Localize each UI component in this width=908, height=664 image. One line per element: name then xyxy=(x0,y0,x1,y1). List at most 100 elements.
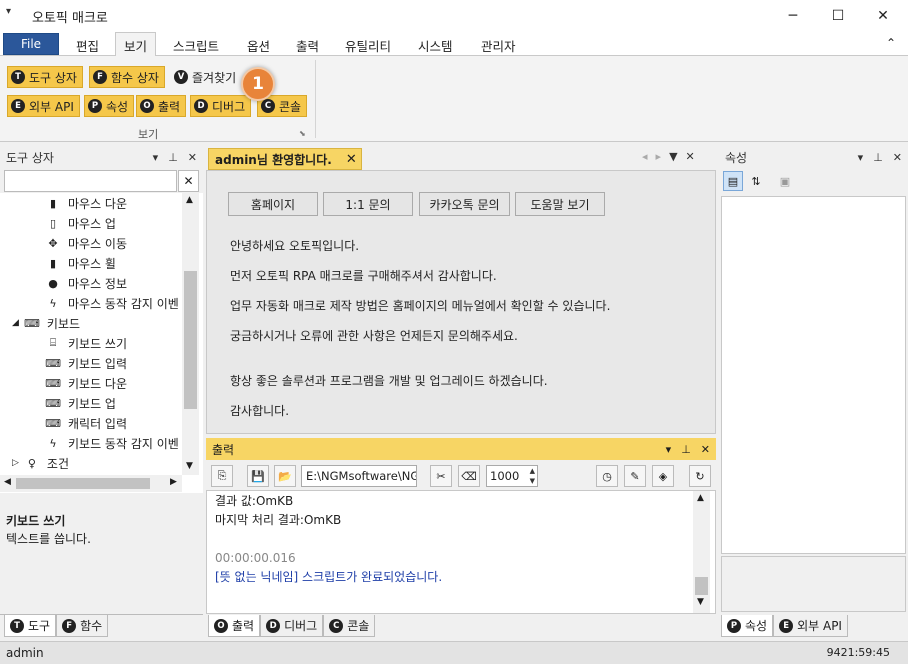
tab-admin[interactable]: 관리자 xyxy=(473,35,524,55)
scroll-down-icon[interactable]: ▼ xyxy=(697,597,704,607)
collapse-icon[interactable]: ▷ xyxy=(12,458,19,468)
search-clear-button[interactable]: ✕ xyxy=(178,170,199,192)
tab-properties[interactable]: P 속성 xyxy=(721,615,774,637)
save-icon[interactable]: 💾 xyxy=(247,465,269,487)
debug-toggle-button[interactable]: D 디버그 xyxy=(190,95,252,117)
scroll-left-icon[interactable]: ◀ xyxy=(4,477,11,487)
sort-alpha-icon[interactable]: ⇅ xyxy=(746,171,766,191)
tree-item-keyboard-down[interactable]: ⌨ 키보드 다운 xyxy=(0,373,182,393)
tab-options[interactable]: 옵션 xyxy=(239,35,278,55)
tree-item-mouse-move[interactable]: ✥ 마우스 이동 xyxy=(0,233,182,253)
scroll-up-icon[interactable]: ▲ xyxy=(697,493,704,503)
tab-functions[interactable]: F 함수 xyxy=(56,615,109,637)
tree-item-mouse-wheel[interactable]: ▮ 마우스 휠 xyxy=(0,253,182,273)
tree-item-keyboard-event[interactable]: ϟ 키보드 동작 감지 이벤 xyxy=(0,433,182,453)
refresh-icon[interactable]: ↻ xyxy=(689,465,711,487)
folder-icon[interactable]: 📂 xyxy=(274,465,296,487)
collapse-ribbon-icon[interactable]: ⌃ xyxy=(886,36,896,50)
stepper-arrows-icon[interactable]: ▲ ▼ xyxy=(530,466,535,486)
tab-utility[interactable]: 유틸리티 xyxy=(337,35,399,55)
tab-prev-icon[interactable]: ◂ xyxy=(642,150,648,163)
tab-view[interactable]: 보기 xyxy=(115,32,157,57)
scroll-up-icon[interactable]: ▲ xyxy=(186,195,193,205)
property-pages-icon[interactable]: ▣ xyxy=(775,171,795,191)
chevron-down-icon[interactable]: ▾ xyxy=(666,443,672,456)
tree-item-mouse-event[interactable]: ϟ 마우스 동작 감지 이벤 xyxy=(0,293,182,313)
move-icon: ✥ xyxy=(48,236,58,250)
tree-item-character-input[interactable]: ⌨ 캐릭터 입력 xyxy=(0,413,182,433)
close-icon[interactable]: ✕ xyxy=(686,150,695,163)
output-toggle-button[interactable]: O 출력 xyxy=(136,95,187,117)
scrollbar-thumb[interactable] xyxy=(695,577,708,595)
tab-tools[interactable]: T 도구 xyxy=(4,615,57,637)
system-menu-icon[interactable]: ▾ xyxy=(6,6,11,17)
fill-bucket-icon[interactable]: ◈ xyxy=(652,465,674,487)
minimize-button[interactable]: ─ xyxy=(770,0,816,32)
tab-output[interactable]: 출력 xyxy=(288,35,327,55)
close-icon[interactable]: ✕ xyxy=(893,151,902,164)
pin-icon[interactable]: ⊥ xyxy=(168,151,178,164)
eraser-icon[interactable]: ⌫ xyxy=(458,465,480,487)
expand-icon[interactable]: ◢ xyxy=(12,318,19,328)
brush-icon[interactable]: ✎ xyxy=(624,465,646,487)
help-button[interactable]: 도움말 보기 xyxy=(515,192,605,216)
h-scrollbar-thumb[interactable] xyxy=(16,478,150,489)
log-path-input[interactable]: E:\NGMsoftware\NG xyxy=(301,465,417,487)
properties-toggle-button[interactable]: P 속성 xyxy=(84,95,135,117)
tree-vertical-scrollbar[interactable]: ▲ ▼ xyxy=(182,193,199,475)
tab-console-panel[interactable]: C 콘솔 xyxy=(323,615,376,637)
function-box-label: 함수 상자 xyxy=(111,70,159,85)
chevron-down-icon[interactable]: ▾ xyxy=(153,151,159,164)
clear-output-icon[interactable]: ⎘ xyxy=(211,465,233,487)
tab-edit[interactable]: 편집 xyxy=(68,35,107,55)
favorites-toggle-button[interactable]: V 즐겨찾기 xyxy=(170,66,242,88)
inquiry-button[interactable]: 1:1 문의 xyxy=(323,192,413,216)
close-icon[interactable]: ✕ xyxy=(701,443,710,456)
kakaotalk-inquiry-button[interactable]: 카카오톡 문의 xyxy=(419,192,510,216)
maximize-button[interactable]: ☐ xyxy=(815,0,861,32)
tree-item-keyboard-group[interactable]: ◢ ⌨ 키보드 xyxy=(0,313,182,333)
tree-item-keyboard-write[interactable]: ⌸ 키보드 쓰기 xyxy=(0,333,182,353)
lightning-icon: ϟ xyxy=(49,436,57,450)
line-limit-stepper[interactable]: 1000 ▲ ▼ xyxy=(486,465,538,487)
tree-item-keyboard-up[interactable]: ⌨ 키보드 업 xyxy=(0,393,182,413)
close-button[interactable]: ✕ xyxy=(860,0,906,32)
welcome-line: 궁금하시거나 오류에 관한 사항은 언제든지 문의해주세요. xyxy=(230,329,518,343)
close-icon[interactable]: ✕ xyxy=(188,151,197,164)
tab-welcome[interactable]: admin님 환영합니다. ✕ xyxy=(208,148,362,170)
toolbox-search-input[interactable] xyxy=(4,170,177,192)
tree-item-mouse-down[interactable]: ▮ 마우스 다운 xyxy=(0,193,182,213)
welcome-document: 홈페이지 1:1 문의 카카오톡 문의 도움말 보기 안녕하세요 오토픽입니다.… xyxy=(206,170,716,434)
scroll-right-icon[interactable]: ▶ xyxy=(170,477,177,487)
tab-nav: ◂ ▸ ▼ ✕ xyxy=(642,150,695,163)
group-dialog-launcher-icon[interactable]: ⬊ xyxy=(299,129,306,138)
homepage-button[interactable]: 홈페이지 xyxy=(228,192,318,216)
toolbox-toggle-button[interactable]: T 도구 상자 xyxy=(7,66,83,88)
tree-item-mouse-info[interactable]: ● 마우스 정보 xyxy=(0,273,182,293)
tab-output-panel[interactable]: O 출력 xyxy=(208,615,261,637)
scrollbar-thumb[interactable] xyxy=(184,271,197,409)
pin-icon[interactable]: ⊥ xyxy=(873,151,883,164)
tab-script[interactable]: 스크립트 xyxy=(165,35,227,55)
clock-icon[interactable]: ◷ xyxy=(596,465,618,487)
categorized-icon[interactable]: ▤ xyxy=(723,171,743,191)
tab-next-icon[interactable]: ▸ xyxy=(656,150,662,163)
function-box-toggle-button[interactable]: F 함수 상자 xyxy=(89,66,165,88)
chevron-down-icon[interactable]: ▾ xyxy=(858,151,864,164)
scroll-down-icon[interactable]: ▼ xyxy=(186,461,193,471)
tree-item-condition-group[interactable]: ▷ ♀ 조건 xyxy=(0,453,182,473)
tree-item-keyboard-input[interactable]: ⌨ 키보드 입력 xyxy=(0,353,182,373)
tab-external-api[interactable]: E 외부 API xyxy=(773,615,848,637)
tab-list-icon[interactable]: ▼ xyxy=(669,150,677,163)
tab-debug-panel[interactable]: D 디버그 xyxy=(260,615,324,637)
log-scrollbar[interactable]: ▲ ▼ xyxy=(693,491,710,613)
pin-icon[interactable]: ⊥ xyxy=(681,443,691,456)
tab-system[interactable]: 시스템 xyxy=(410,35,461,55)
tree-item-mouse-up[interactable]: ▯ 마우스 업 xyxy=(0,213,182,233)
file-menu-button[interactable]: File xyxy=(3,33,59,55)
property-grid[interactable] xyxy=(721,196,906,554)
close-icon[interactable]: ✕ xyxy=(346,152,357,167)
external-api-toggle-button[interactable]: E 외부 API xyxy=(7,95,80,117)
broom-icon[interactable]: ✂ xyxy=(430,465,452,487)
tree-horizontal-scrollbar[interactable]: ◀ ▶ xyxy=(0,475,182,492)
